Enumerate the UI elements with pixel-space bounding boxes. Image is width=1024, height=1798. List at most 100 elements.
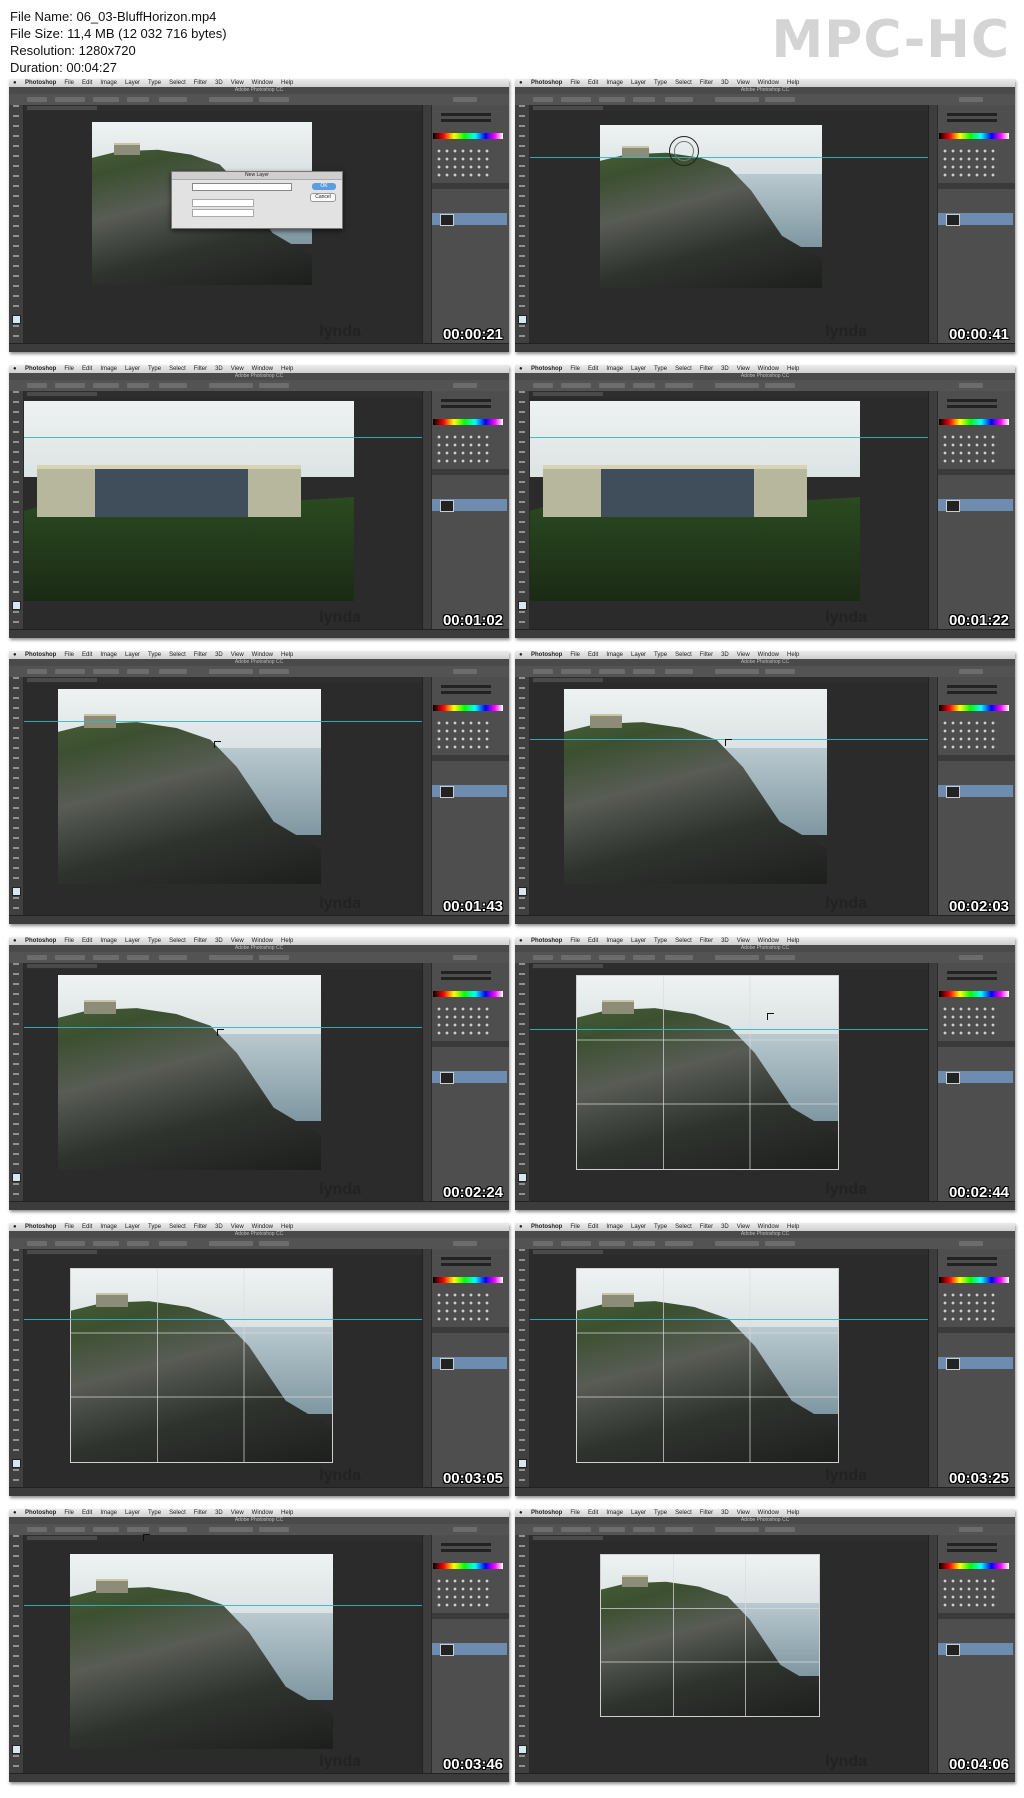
menu-item: Type [148, 652, 162, 658]
menu-item: Layer [631, 1510, 647, 1516]
menu-item: Photoshop [25, 1510, 57, 1516]
right-panels [422, 963, 509, 1202]
tools-panel [515, 391, 530, 630]
menu-item: Select [675, 80, 692, 86]
menu-item: View [736, 652, 750, 658]
menu-item: Filter [193, 366, 208, 372]
menu-item: File [64, 1224, 74, 1230]
menu-item: Window [757, 1224, 780, 1230]
menu-item: Type [148, 1224, 162, 1230]
video-frame-thumbnail: ● Photoshop File Edit Image Layer Type Select Fi… [9, 1509, 509, 1782]
menu-item: Edit [588, 80, 599, 86]
menu-item: Window [251, 366, 274, 372]
lynda-watermark: lynda [825, 609, 867, 626]
status-bar [515, 915, 1015, 924]
window-title: Adobe Photoshop CC [9, 373, 509, 380]
horizontal-guide [530, 157, 929, 158]
status-bar [9, 1201, 509, 1210]
window-title: Adobe Photoshop CC [9, 1517, 509, 1524]
menu-item: Type [654, 80, 668, 86]
menu-item: View [230, 1224, 244, 1230]
menu-item: Image [606, 80, 624, 86]
menu-item: File [570, 938, 580, 944]
menu-item: Photoshop [531, 1224, 563, 1230]
menu-item: Filter [193, 80, 208, 86]
video-frame-thumbnail: ● Photoshop File Edit Image Layer Type Select Fi… [9, 937, 509, 1210]
menu-item: Photoshop [531, 938, 563, 944]
document-tab [529, 963, 929, 969]
horizontal-guide [24, 721, 423, 722]
resolution-text: Resolution: 1280x720 [10, 43, 136, 58]
menu-item: Type [654, 652, 668, 658]
mouse-cursor-icon [143, 1534, 150, 1541]
bluff-photo [564, 689, 827, 884]
dialog-field [192, 199, 254, 207]
document-tab [23, 677, 423, 683]
document-tab [529, 677, 929, 683]
video-frame-thumbnail: ● Photoshop File Edit Image Layer Type Select Fi… [515, 1509, 1015, 1782]
menu-item: View [230, 652, 244, 658]
mouse-cursor-icon [725, 739, 732, 746]
document-tab [529, 105, 929, 111]
menu-item: Layer [125, 80, 141, 86]
lynda-watermark: lynda [825, 895, 867, 912]
menu-item: 3D [215, 652, 223, 658]
apple-icon: ● [519, 652, 523, 658]
right-panels [928, 391, 1015, 630]
right-panels [928, 963, 1015, 1202]
menu-item: View [230, 1510, 244, 1516]
menu-item: Edit [82, 1510, 93, 1516]
lynda-watermark: lynda [319, 1181, 361, 1198]
menu-item: Help [281, 80, 294, 86]
menu-item: Help [787, 366, 800, 372]
frame-timestamp: 00:02:44 [948, 1184, 1009, 1201]
menu-item: File [64, 366, 74, 372]
menu-item: Image [100, 1510, 118, 1516]
menu-item: Filter [699, 80, 714, 86]
window-title: Adobe Photoshop CC [9, 659, 509, 666]
status-bar [515, 1773, 1015, 1782]
lynda-watermark: lynda [825, 323, 867, 340]
lynda-watermark: lynda [319, 1467, 361, 1484]
menu-item: Select [675, 366, 692, 372]
video-frame-thumbnail: ● Photoshop File Edit Image Layer Type Select Fi… [9, 365, 509, 638]
menu-item: Help [787, 1510, 800, 1516]
menu-item: Edit [588, 1224, 599, 1230]
menu-item: Help [281, 1510, 294, 1516]
menu-item: Select [675, 1224, 692, 1230]
right-panels [422, 1249, 509, 1488]
menu-item: View [230, 80, 244, 86]
lynda-watermark: lynda [825, 1181, 867, 1198]
lynda-watermark: lynda [319, 609, 361, 626]
frame-timestamp: 00:01:02 [442, 612, 503, 629]
menu-item: 3D [721, 1510, 729, 1516]
right-panels [422, 105, 509, 344]
mouse-cursor-icon [214, 741, 221, 748]
tools-panel [515, 1249, 530, 1488]
menu-item: Select [675, 652, 692, 658]
file-size-text: File Size: 11,4 MB (12 032 716 bytes) [10, 26, 227, 41]
status-bar [515, 343, 1015, 352]
menu-item: View [230, 366, 244, 372]
menu-item: Layer [631, 1224, 647, 1230]
menu-item: Type [654, 938, 668, 944]
document-tab [529, 1249, 929, 1255]
video-frame-thumbnail: ● Photoshop File Edit Image Layer Type Select Fi… [515, 651, 1015, 924]
file-info: File Name: 06_03-BluffHorizon.mp4 File S… [10, 8, 227, 76]
menu-item: Help [787, 80, 800, 86]
menu-item: File [570, 1510, 580, 1516]
menu-item: Image [606, 1224, 624, 1230]
transform-grid [576, 1268, 839, 1463]
transform-grid [600, 1554, 820, 1717]
frame-timestamp: 00:01:22 [948, 612, 1009, 629]
mac-menu-bar: ● Photoshop File Edit Image Layer Type Select Fi… [9, 79, 509, 87]
menu-item: File [64, 1510, 74, 1516]
menu-item: Layer [631, 938, 647, 944]
menu-item: Window [251, 938, 274, 944]
video-frame-thumbnail: ● Photoshop File Edit Image Layer Type Select Fi… [9, 651, 509, 924]
menu-item: Window [757, 1510, 780, 1516]
lynda-watermark: lynda [319, 895, 361, 912]
duration-text: Duration: 00:04:27 [10, 60, 117, 75]
menu-item: File [64, 652, 74, 658]
menu-item: Type [148, 80, 162, 86]
